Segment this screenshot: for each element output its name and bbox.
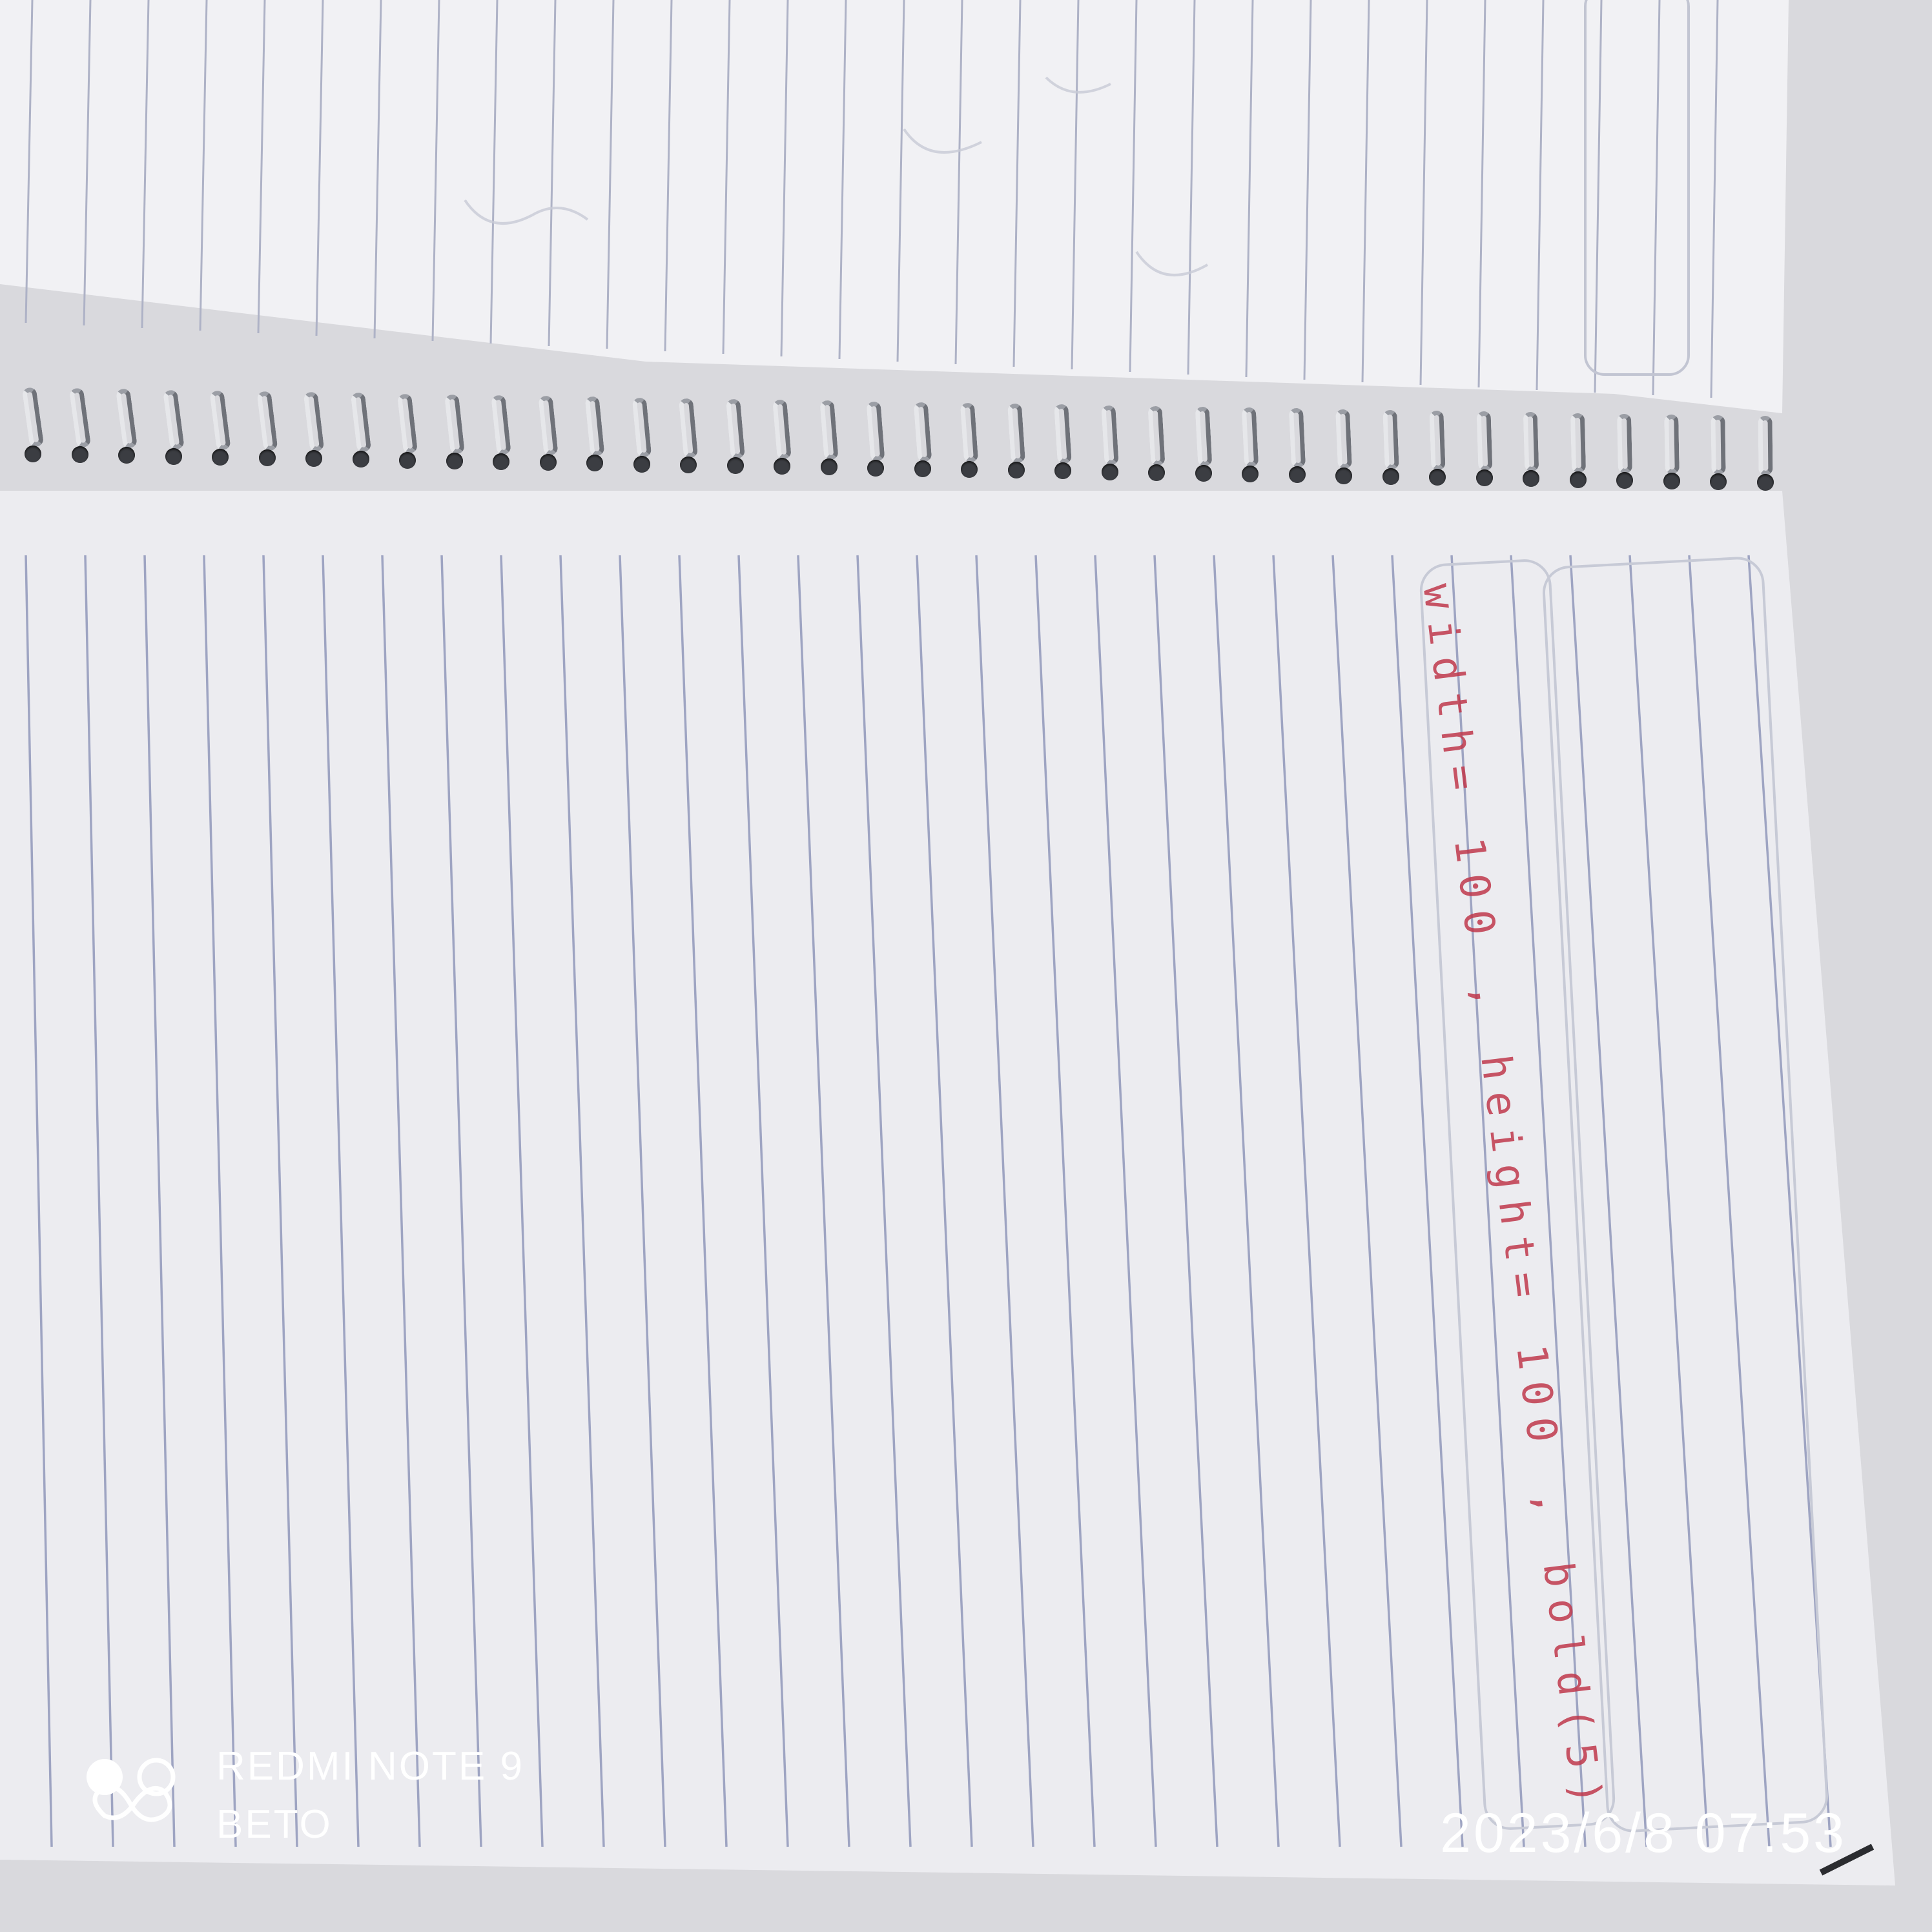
spiral-ring — [678, 397, 699, 458]
spiral-ring — [1429, 410, 1446, 471]
punch-hole — [1382, 468, 1399, 485]
spiral-ring — [396, 393, 418, 454]
punch-hole — [212, 448, 229, 466]
spiral-ring — [1241, 407, 1259, 468]
punch-hole — [258, 449, 276, 466]
punch-hole — [1616, 471, 1633, 489]
punch-hole — [586, 455, 603, 472]
spiral-ring — [444, 393, 465, 455]
spiral-ring — [303, 391, 325, 453]
spiral-ring — [162, 389, 185, 450]
owner-label: BETO — [216, 1802, 333, 1847]
punch-hole — [539, 454, 557, 471]
punch-hole — [914, 460, 931, 477]
punch-hole — [1288, 466, 1306, 484]
spiral-ring — [960, 402, 979, 463]
punch-hole — [1148, 464, 1165, 481]
punch-hole — [1756, 474, 1774, 491]
punch-hole — [1710, 473, 1727, 491]
punch-hole — [1195, 465, 1212, 482]
punch-hole — [305, 450, 322, 468]
spiral-ring — [537, 395, 559, 457]
punch-hole — [633, 455, 650, 473]
spiral-binding — [0, 336, 1932, 504]
spiral-ring — [256, 391, 278, 451]
punch-hole — [1523, 470, 1539, 488]
punch-hole — [726, 457, 744, 474]
punch-hole — [1475, 469, 1493, 487]
spiral-ring — [1195, 406, 1212, 467]
spiral-ring — [1335, 409, 1352, 469]
punch-hole — [680, 456, 697, 473]
punch-hole — [1663, 473, 1680, 489]
photo-scene: width= 100 , height= 100 , bold(5) REDMI… — [0, 0, 1932, 1932]
spiral-ring — [1617, 413, 1632, 474]
punch-hole — [867, 459, 884, 477]
punch-hole — [820, 458, 838, 476]
punch-hole — [774, 458, 790, 475]
punch-hole — [165, 447, 182, 465]
punch-hole — [71, 446, 88, 464]
spiral-ring — [1288, 407, 1306, 468]
spiral-ring — [350, 392, 371, 453]
device-model-label: REDMI NOTE 9 — [216, 1744, 524, 1789]
punch-hole — [352, 451, 369, 468]
spiral-ring — [209, 389, 231, 451]
spiral-ring — [1758, 416, 1773, 476]
spiral-ring — [491, 395, 511, 455]
punch-hole — [493, 453, 509, 470]
spiral-ring — [1054, 404, 1072, 464]
dual-camera-logo-icon — [87, 1758, 176, 1822]
spiral-ring — [116, 388, 138, 449]
spiral-ring — [819, 400, 839, 461]
spiral-ring — [1382, 409, 1399, 470]
spiral-ring — [1007, 403, 1025, 464]
spiral-ring — [772, 399, 792, 460]
punch-hole — [399, 451, 416, 469]
spiral-ring — [1570, 413, 1586, 473]
spiral-ring — [1147, 406, 1166, 466]
lower-notebook-page — [0, 491, 1895, 1886]
spiral-ring — [632, 396, 652, 458]
punch-hole — [118, 447, 135, 464]
punch-hole — [446, 452, 463, 469]
spiral-ring — [584, 396, 605, 457]
spiral-ring — [866, 400, 885, 462]
spiral-ring — [21, 386, 45, 448]
punch-hole — [25, 446, 41, 462]
spiral-ring — [1100, 405, 1119, 466]
punch-hole — [961, 461, 978, 478]
spiral-ring — [913, 402, 932, 462]
spiral-ring — [1711, 415, 1726, 475]
spiral-ring — [1523, 412, 1539, 472]
punch-hole — [1335, 467, 1352, 484]
punch-hole — [1101, 463, 1118, 480]
photo-timestamp: 2023/6/8 07:53 — [1440, 1802, 1847, 1864]
punch-hole — [1054, 462, 1071, 480]
spiral-ring — [1663, 414, 1680, 475]
punch-hole — [1429, 469, 1446, 486]
punch-hole — [1007, 462, 1025, 479]
punch-hole — [1242, 466, 1259, 483]
spiral-ring — [1476, 411, 1492, 471]
spiral-ring — [68, 387, 91, 449]
spiral-ring — [725, 398, 745, 459]
punch-hole — [1569, 471, 1587, 488]
